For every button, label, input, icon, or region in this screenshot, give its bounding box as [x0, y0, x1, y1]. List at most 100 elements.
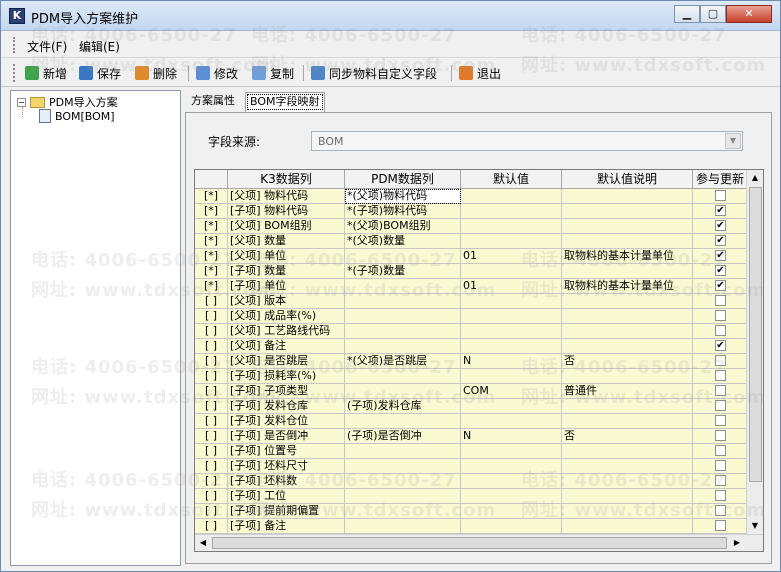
menu-edit[interactable]: 编辑(E): [79, 38, 120, 55]
table-row[interactable]: [ ] [子项] 坯料尺寸: [195, 459, 748, 474]
cell-k3-column[interactable]: [子项] 发料仓库: [228, 399, 345, 414]
cell-pdm-column[interactable]: [345, 489, 461, 504]
cell-default-value[interactable]: [461, 324, 562, 339]
table-row[interactable]: [ ] [父项] 工艺路线代码: [195, 324, 748, 339]
cell-pdm-column[interactable]: *(子项)数量: [345, 264, 461, 279]
table-row[interactable]: [ ] [子项] 损耗率(%): [195, 369, 748, 384]
table-row[interactable]: [ ] [子项] 备注: [195, 519, 748, 534]
table-row[interactable]: [*] [父项] BOM组别 *(父项)BOM组别 ✔: [195, 219, 748, 234]
cell-select[interactable]: [ ]: [195, 354, 228, 369]
cell-select[interactable]: [ ]: [195, 459, 228, 474]
close-button[interactable]: ✕: [726, 5, 772, 23]
cell-pdm-column[interactable]: [345, 279, 461, 294]
cell-select[interactable]: [ ]: [195, 519, 228, 534]
vertical-scroll-thumb[interactable]: [749, 187, 762, 482]
cell-default-value[interactable]: [461, 489, 562, 504]
exit-button[interactable]: 退出: [459, 64, 501, 82]
tab-properties[interactable]: 方案属性: [187, 92, 239, 112]
cell-select[interactable]: [*]: [195, 249, 228, 264]
cell-select[interactable]: [ ]: [195, 489, 228, 504]
update-checkbox[interactable]: [715, 370, 726, 381]
cell-default-desc[interactable]: [562, 519, 693, 534]
cell-default-desc[interactable]: [562, 369, 693, 384]
cell-default-desc[interactable]: [562, 459, 693, 474]
update-checkbox[interactable]: ✔: [715, 220, 726, 231]
cell-select[interactable]: [*]: [195, 264, 228, 279]
cell-pdm-column[interactable]: [345, 414, 461, 429]
update-checkbox[interactable]: [715, 355, 726, 366]
maximize-button[interactable]: ▢: [700, 5, 726, 23]
update-checkbox[interactable]: [715, 475, 726, 486]
cell-default-desc[interactable]: [562, 474, 693, 489]
cell-default-value[interactable]: [461, 189, 562, 204]
cell-select[interactable]: [ ]: [195, 399, 228, 414]
table-row[interactable]: [ ] [子项] 位置号: [195, 444, 748, 459]
cell-default-value[interactable]: 01: [461, 279, 562, 294]
cell-select[interactable]: [ ]: [195, 324, 228, 339]
update-checkbox[interactable]: [715, 490, 726, 501]
cell-k3-column[interactable]: [子项] 坯料尺寸: [228, 459, 345, 474]
cell-default-value[interactable]: COM: [461, 384, 562, 399]
cell-pdm-column[interactable]: [345, 324, 461, 339]
cell-default-value[interactable]: [461, 264, 562, 279]
cell-default-desc[interactable]: 否: [562, 429, 693, 444]
update-checkbox[interactable]: ✔: [715, 280, 726, 291]
cell-k3-column[interactable]: [子项] 发料仓位: [228, 414, 345, 429]
scroll-right-icon[interactable]: ▶: [729, 535, 745, 551]
cell-default-desc[interactable]: [562, 444, 693, 459]
cell-k3-column[interactable]: [子项] 提前期偏置: [228, 504, 345, 519]
table-row[interactable]: [ ] [子项] 坯料数: [195, 474, 748, 489]
horizontal-scrollbar[interactable]: ◀ ▶: [195, 534, 763, 551]
cell-default-value[interactable]: [461, 399, 562, 414]
cell-default-value[interactable]: N: [461, 354, 562, 369]
cell-pdm-column[interactable]: *(父项)数量: [345, 234, 461, 249]
cell-default-value[interactable]: [461, 459, 562, 474]
chevron-down-icon[interactable]: ▼: [725, 133, 741, 149]
cell-k3-column[interactable]: [子项] 坯料数: [228, 474, 345, 489]
header-pdm-column[interactable]: PDM数据列: [345, 170, 461, 189]
cell-default-desc[interactable]: [562, 339, 693, 354]
cell-k3-column[interactable]: [子项] 物料代码: [228, 204, 345, 219]
table-row[interactable]: [*] [父项] 数量 *(父项)数量 ✔: [195, 234, 748, 249]
cell-pdm-column[interactable]: [345, 504, 461, 519]
cell-default-value[interactable]: [461, 234, 562, 249]
cell-select[interactable]: [ ]: [195, 444, 228, 459]
table-row[interactable]: [ ] [子项] 是否倒冲 (子项)是否倒冲 N 否: [195, 429, 748, 444]
cell-default-desc[interactable]: [562, 219, 693, 234]
update-checkbox[interactable]: ✔: [715, 265, 726, 276]
table-row[interactable]: [*] [子项] 物料代码 *(子项)物料代码 ✔: [195, 204, 748, 219]
title-bar[interactable]: K PDM导入方案维护 ▁ ▢ ✕: [1, 1, 780, 31]
cell-pdm-column[interactable]: [345, 384, 461, 399]
cell-default-desc[interactable]: [562, 489, 693, 504]
cell-k3-column[interactable]: [父项] 数量: [228, 234, 345, 249]
cell-k3-column[interactable]: [父项] 工艺路线代码: [228, 324, 345, 339]
cell-default-desc[interactable]: [562, 504, 693, 519]
cell-select[interactable]: [ ]: [195, 414, 228, 429]
table-row[interactable]: [ ] [子项] 子项类型 COM 普通件: [195, 384, 748, 399]
cell-default-desc[interactable]: [562, 399, 693, 414]
cell-k3-column[interactable]: [子项] 损耗率(%): [228, 369, 345, 384]
cell-k3-column[interactable]: [子项] 单位: [228, 279, 345, 294]
cell-pdm-column[interactable]: *(子项)物料代码: [345, 204, 461, 219]
update-checkbox[interactable]: [715, 445, 726, 456]
table-row[interactable]: [ ] [子项] 提前期偏置: [195, 504, 748, 519]
save-button[interactable]: 保存: [79, 64, 121, 82]
update-checkbox[interactable]: [715, 460, 726, 471]
cell-default-value[interactable]: [461, 474, 562, 489]
cell-select[interactable]: [ ]: [195, 339, 228, 354]
table-row[interactable]: [ ] [父项] 是否跳层 *(父项)是否跳层 N 否: [195, 354, 748, 369]
cell-k3-column[interactable]: [父项] 版本: [228, 294, 345, 309]
table-row[interactable]: [*] [子项] 单位 01 取物料的基本计量单位 ✔: [195, 279, 748, 294]
header-participate-update[interactable]: 参与更新: [693, 170, 748, 189]
update-checkbox[interactable]: ✔: [715, 235, 726, 246]
cell-k3-column[interactable]: [父项] 是否跳层: [228, 354, 345, 369]
table-row[interactable]: [*] [父项] 物料代码 *(父项)物料代码: [195, 189, 748, 204]
cell-pdm-column[interactable]: [345, 309, 461, 324]
cell-k3-column[interactable]: [父项] 成品率(%): [228, 309, 345, 324]
update-checkbox[interactable]: [715, 415, 726, 426]
cell-k3-column[interactable]: [父项] BOM组别: [228, 219, 345, 234]
scroll-left-icon[interactable]: ◀: [195, 535, 211, 551]
cell-default-value[interactable]: [461, 504, 562, 519]
cell-k3-column[interactable]: [子项] 位置号: [228, 444, 345, 459]
copy-button[interactable]: 复制: [252, 64, 294, 82]
